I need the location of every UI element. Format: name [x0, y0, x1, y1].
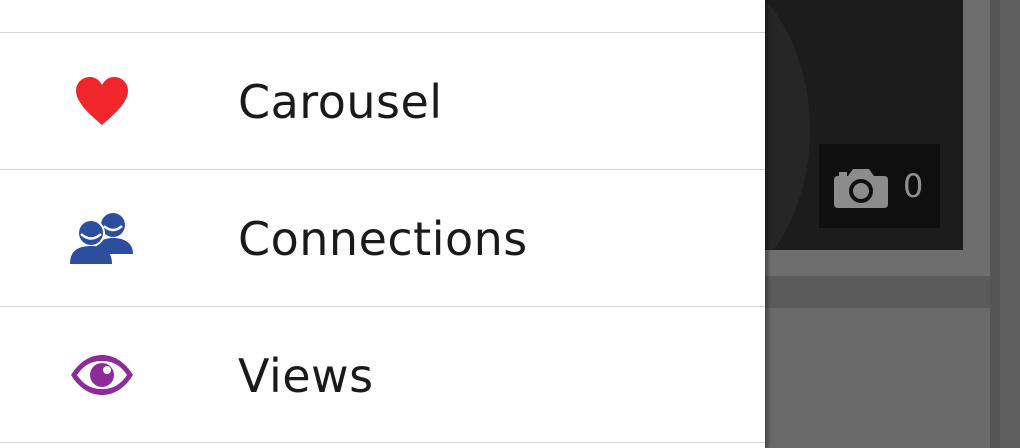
drawer-item-label: Carousel: [238, 75, 443, 129]
drawer-item-connections[interactable]: Connections: [0, 170, 765, 306]
photo-count: 0: [903, 167, 924, 205]
eye-icon: [66, 347, 138, 403]
drawer-item-label: Views: [238, 349, 374, 403]
heart-icon: [66, 73, 138, 129]
drawer-item-label: Connections: [238, 212, 528, 266]
divider: [0, 442, 765, 443]
drawer-item-carousel[interactable]: Carousel: [0, 33, 765, 169]
people-icon: [66, 210, 138, 266]
background-edge: [1000, 0, 1020, 448]
navigation-drawer: Carousel Connections Views: [0, 0, 765, 448]
camera-icon: [834, 169, 888, 208]
photo-count-badge: 0: [819, 144, 940, 228]
drawer-item-views[interactable]: Views: [0, 307, 765, 443]
screen: 0 Carousel Connections Views: [0, 0, 1020, 448]
